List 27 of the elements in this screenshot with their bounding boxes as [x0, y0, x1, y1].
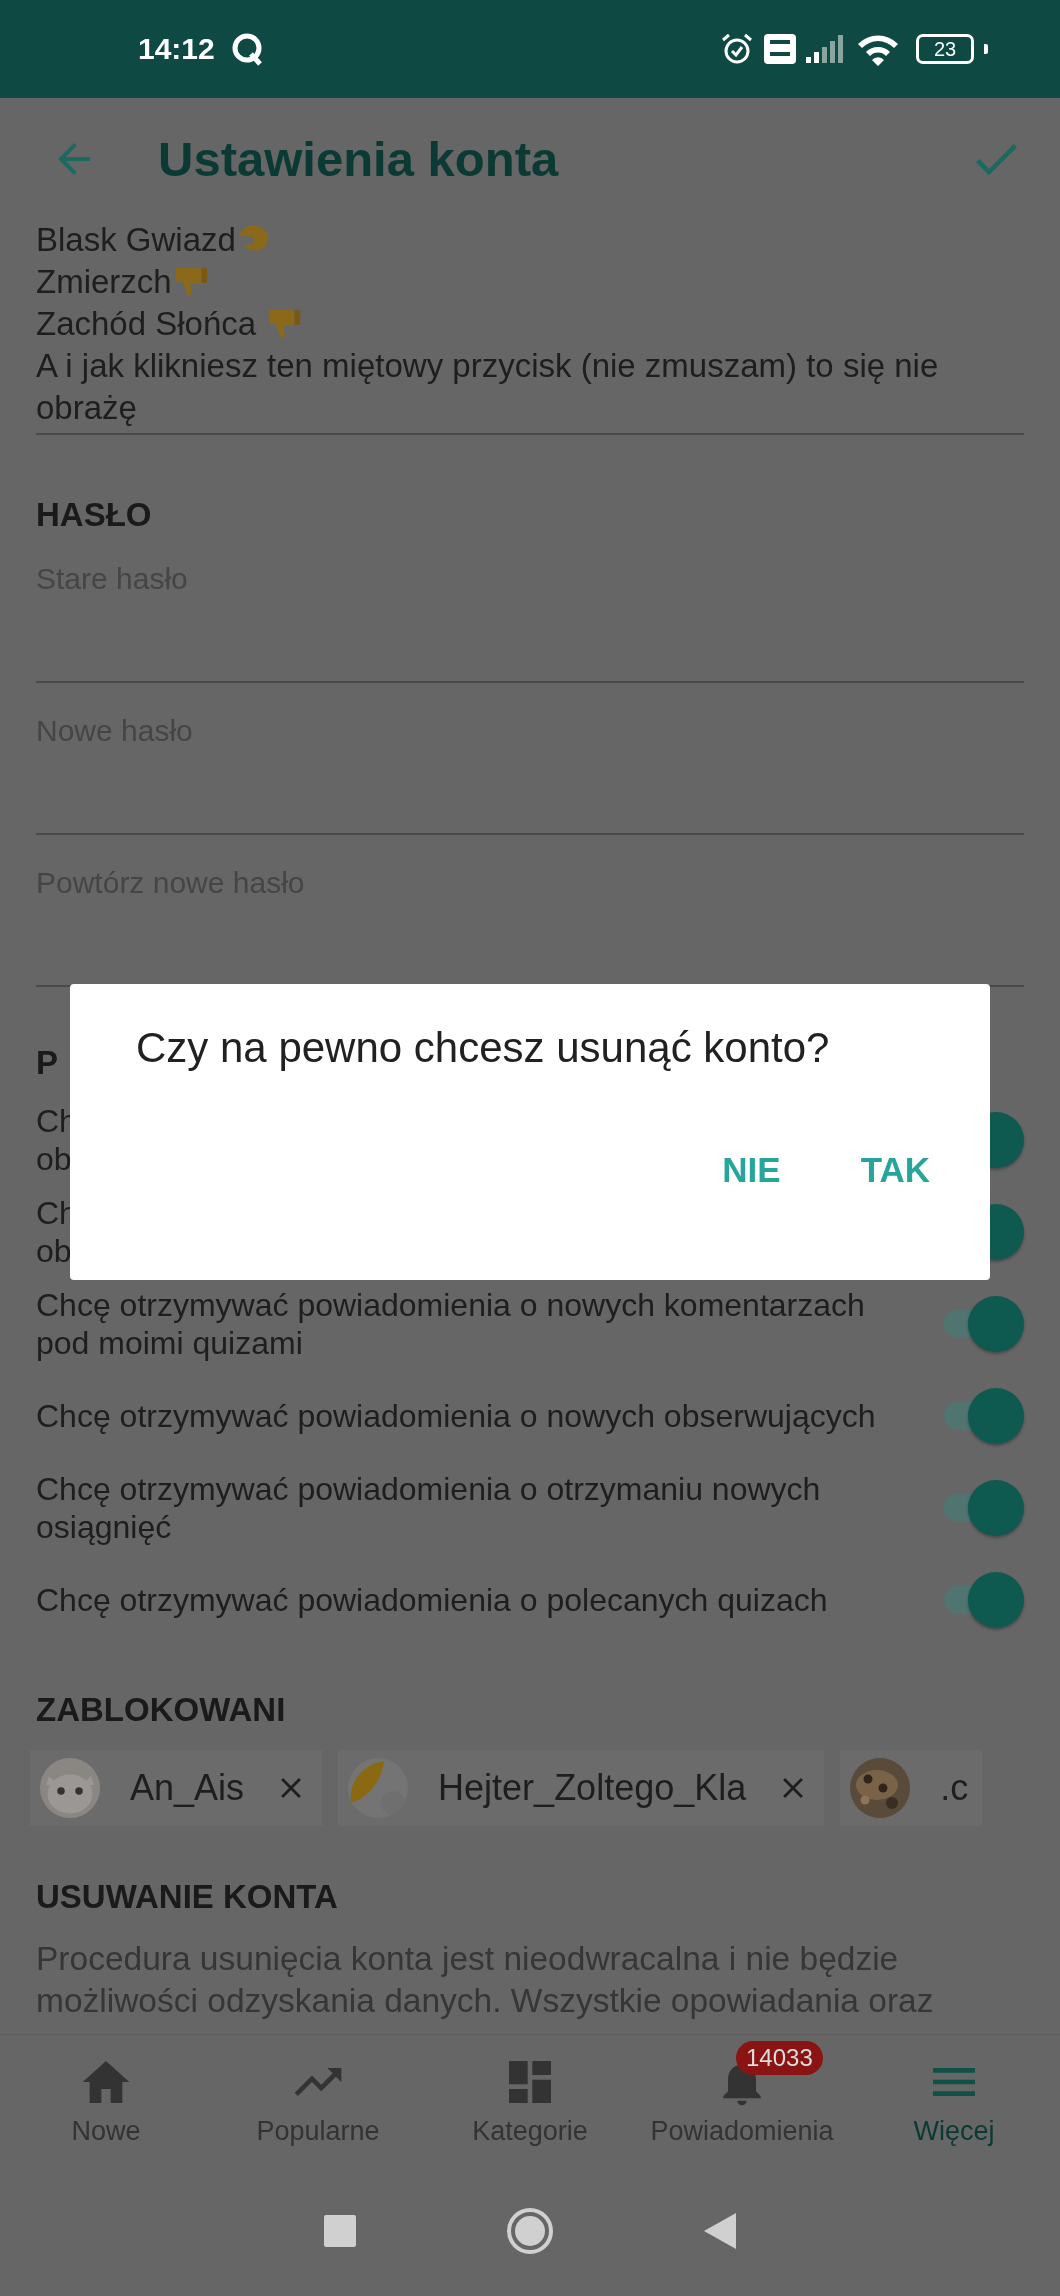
setting-label: Chcę otrzymywać powiadomienia o polecanych quizach — [36, 1581, 828, 1619]
back-triangle-icon[interactable] — [704, 2212, 736, 2249]
section-heading: P — [36, 1043, 58, 1083]
bio-field[interactable]: Blask Gwiazd Zmierzch Zachód Słońca A i jak klikniesz ten miętowy przycisk (nie zmuszam) to się nie obrażę — [36, 219, 1024, 435]
user-name: Hejter_Zoltego_Kla — [438, 1767, 747, 1809]
signal-icon — [806, 35, 846, 63]
app-notification-icon — [230, 32, 265, 66]
dialog-button[interactable]: NIE — [718, 1144, 785, 1196]
setting-label: Chcę otrzymywać powiadomienia o otrzymaniu nowych osiągnięć — [36, 1470, 822, 1546]
section-heading: USUWANIE KONTA — [36, 1877, 338, 1917]
user-name: An_Ais — [130, 1767, 245, 1809]
nav-tab[interactable]: Więcej — [848, 2035, 1060, 2165]
network-type-icon — [764, 34, 796, 64]
alarm-icon — [720, 32, 754, 66]
battery-indicator: 23 — [916, 34, 974, 64]
clock: 14:12 — [138, 32, 215, 66]
home-circle-icon[interactable] — [506, 2206, 554, 2255]
section-heading: ZABLOKOWANI — [36, 1690, 286, 1730]
setting-label: Chcę otrzymywać powiadomienia o nowych komentarzach pod moimi quizami — [36, 1286, 866, 1362]
notification-badge: 14033 — [736, 2041, 823, 2075]
screen-title: Ustawienia konta — [158, 130, 560, 187]
recents-icon[interactable] — [324, 2214, 356, 2247]
section-heading: HASŁO — [36, 495, 152, 535]
dialog-button[interactable]: TAK — [856, 1144, 934, 1196]
dialog-message: Czy na pewno chcesz usunąć konto? — [136, 1024, 831, 1072]
user-name: .c — [940, 1767, 969, 1809]
setting-label: Chcę otrzymywać powiadomienia o nowych obserwujących — [36, 1397, 876, 1435]
